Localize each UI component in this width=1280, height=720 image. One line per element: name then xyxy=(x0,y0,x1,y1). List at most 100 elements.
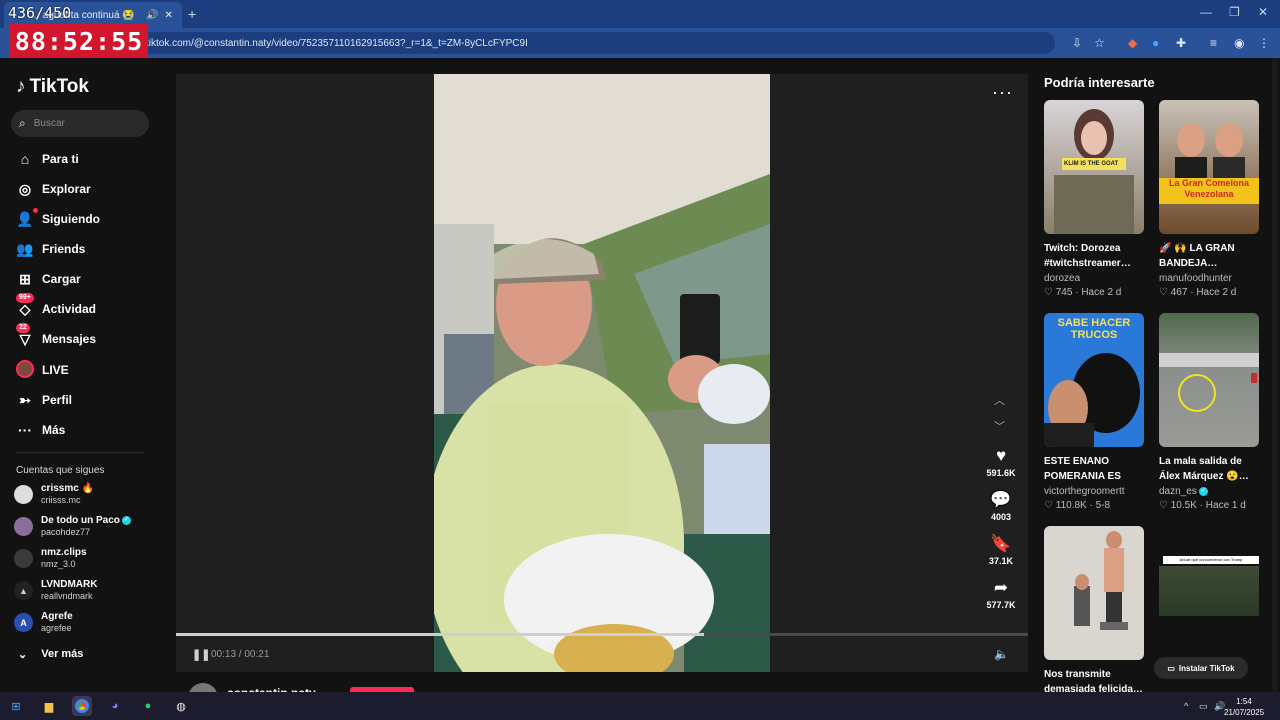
file-explorer-icon[interactable]: ▆ xyxy=(39,696,59,716)
install-app-icon[interactable]: ⇩ xyxy=(1072,36,1082,50)
heart-icon: ♥ xyxy=(995,446,1007,465)
new-tab-button[interactable]: + xyxy=(188,6,196,22)
maximize-icon[interactable]: ❐ xyxy=(1229,5,1240,19)
heart-outline-icon: ♡ xyxy=(1159,287,1171,298)
tray-chevron-icon[interactable]: ^ xyxy=(1184,701,1188,711)
account-handle: criisss.mc xyxy=(41,495,81,505)
search-icon: ⌕ xyxy=(19,116,26,130)
avatar: ▲ xyxy=(14,581,33,600)
following-account[interactable]: ▲ LVNDMARK reallvndmark xyxy=(14,578,164,604)
account-handle: agrefee xyxy=(41,623,72,633)
card-user: dazn_es ✓ xyxy=(1159,486,1208,497)
nav-item-explorar[interactable]: ◎ Explorar xyxy=(14,177,164,201)
card-meta: ♡ 745 · Hace 2 d xyxy=(1044,287,1122,298)
obs-icon[interactable]: ◍ xyxy=(171,696,191,716)
heart-outline-icon: ♡ xyxy=(1044,287,1056,298)
bookmark-icon: 🔖 xyxy=(990,534,1012,553)
share-button[interactable]: ➦ 577.7K xyxy=(982,578,1020,610)
nav-item-siguiendo[interactable]: 👤 Siguiendo xyxy=(14,207,164,231)
system-clock[interactable]: 1:54 21/07/2025 xyxy=(1224,696,1264,718)
install-tiktok-button[interactable]: ▭ Instalar TikTok xyxy=(1154,657,1248,679)
video-thumbnail xyxy=(1159,313,1259,447)
comment-button[interactable]: 💬 4003 xyxy=(982,490,1020,522)
bookmark-star-icon[interactable]: ☆ xyxy=(1094,36,1105,50)
save-count: 37.1K xyxy=(988,556,1014,566)
window-close-icon[interactable]: ✕ xyxy=(1258,5,1268,19)
tiktok-note-icon: ♪ xyxy=(16,76,26,97)
nav-item-cargar[interactable]: ⊞ Cargar xyxy=(14,267,164,291)
thumbnail-caption: Anuar que conocerieron con Trump xyxy=(1163,556,1259,564)
network-icon[interactable]: ▭ xyxy=(1199,701,1208,712)
frame-counter: 436/450 xyxy=(8,4,72,22)
video-player[interactable]: ··· ︿ ﹀ ♥ 591.6K 💬 4003 🔖 37.1K ➦ 577.7K… xyxy=(176,74,1028,672)
live-icon xyxy=(14,359,36,381)
volume-icon[interactable]: 🔈 xyxy=(994,647,1009,661)
thumbnail-caption: KLIM IS THE GOAT xyxy=(1064,161,1119,167)
card-user: dorozea xyxy=(1044,273,1081,284)
progress-bar[interactable] xyxy=(176,633,1028,636)
following-account[interactable]: A Agrefe agrefee xyxy=(14,610,164,636)
url-text: tiktok.com/@constantin.naty/video/752357… xyxy=(146,37,528,49)
see-more-button[interactable]: ⌄ Ver más xyxy=(18,648,83,661)
account-name: LVNDMARK xyxy=(41,579,98,590)
tiktok-logo[interactable]: ♪ TikTok xyxy=(16,76,89,98)
previous-video-icon[interactable]: ︿ xyxy=(994,392,1005,408)
media-control-icon[interactable]: ≡ xyxy=(1210,36,1217,50)
pause-icon[interactable]: ❚❚ xyxy=(192,648,210,661)
card-user: manufoodhunter xyxy=(1159,273,1232,284)
like-button[interactable]: ♥ 591.6K xyxy=(982,446,1020,478)
discord-icon[interactable]: ◕ xyxy=(105,696,125,716)
scrollbar[interactable] xyxy=(1272,58,1278,692)
search-placeholder: Buscar xyxy=(33,118,65,129)
search-input[interactable]: ⌕ Buscar xyxy=(11,110,149,137)
messages-icon: ▽ 22 xyxy=(14,322,36,348)
extension-fox-icon[interactable]: ◆ xyxy=(1128,36,1137,50)
countdown-timer: 88:52:55 xyxy=(10,24,148,58)
card-meta: ♡ 10.5K · Hace 1 d xyxy=(1159,500,1246,511)
nav-item-live[interactable]: LIVE xyxy=(14,358,164,382)
progress-fill xyxy=(176,633,705,636)
video-frame[interactable] xyxy=(434,74,770,672)
following-account[interactable]: De todo un Paco ✓ pacohdez77 xyxy=(14,514,164,540)
share-arrow-icon: ➦ xyxy=(993,578,1009,597)
comment-icon: 💬 xyxy=(990,490,1012,509)
spotify-icon[interactable]: ● xyxy=(138,696,158,716)
following-account[interactable]: nmz.clips nmz_3.0 xyxy=(14,546,164,572)
speaker-icon[interactable]: 🔊 xyxy=(146,10,158,21)
nav-item-mensajes[interactable]: ▽ 22 Mensajes xyxy=(14,322,164,351)
more-options-icon[interactable]: ··· xyxy=(992,82,1013,103)
extension-circle-icon[interactable]: ● xyxy=(1152,36,1159,50)
card-title: La mala salida de Álex Márquez 😮… xyxy=(1159,456,1249,482)
address-bar[interactable]: tiktok.com/@constantin.naty/video/752357… xyxy=(120,32,1055,54)
card-meta: ♡ 467 · Hace 2 d xyxy=(1159,287,1237,298)
profile-avatar-icon[interactable]: ◉ xyxy=(1234,36,1244,50)
heart-outline-icon: ♡ xyxy=(1044,500,1056,511)
home-icon: ⌂ xyxy=(20,151,30,167)
avatar xyxy=(14,549,33,568)
chrome-icon[interactable] xyxy=(72,696,92,716)
windows-start-icon[interactable]: ⊞ xyxy=(6,696,26,716)
avatar xyxy=(14,517,33,536)
save-button[interactable]: 🔖 37.1K xyxy=(982,534,1020,566)
minimize-icon[interactable]: — xyxy=(1200,5,1212,19)
address-row: tiktok.com/@constantin.naty/video/752357… xyxy=(0,28,1280,58)
nav-item-mas[interactable]: ··· Más xyxy=(14,418,164,442)
nav-item-perfil[interactable]: ➳ Perfil xyxy=(14,388,164,412)
share-count: 577.7K xyxy=(986,600,1016,610)
nav-item-para-ti[interactable]: ⌂ Para ti xyxy=(14,147,164,171)
avatar: A xyxy=(14,613,33,632)
heart-outline-icon: ♡ xyxy=(1159,500,1171,511)
logo-text: TikTok xyxy=(29,76,89,97)
video-scene-image xyxy=(434,74,770,672)
browser-menu-icon[interactable]: ⋮ xyxy=(1258,36,1270,50)
extensions-puzzle-icon[interactable]: ✚ xyxy=(1176,36,1186,50)
video-thumbnail: La Gran Comelona Venezolana xyxy=(1159,100,1259,234)
account-handle: nmz_3.0 xyxy=(41,559,76,569)
profile-icon: ➳ xyxy=(19,391,31,408)
nav-item-actividad[interactable]: ◇ 99+ Actividad xyxy=(14,292,164,321)
following-account[interactable]: crissmc 🔥 criisss.mc xyxy=(14,482,164,508)
nav-item-friends[interactable]: 👥 Friends xyxy=(14,237,164,261)
account-handle: reallvndmark xyxy=(41,591,93,601)
next-video-icon[interactable]: ﹀ xyxy=(994,418,1005,434)
close-tab-icon[interactable]: ✕ xyxy=(164,10,172,21)
